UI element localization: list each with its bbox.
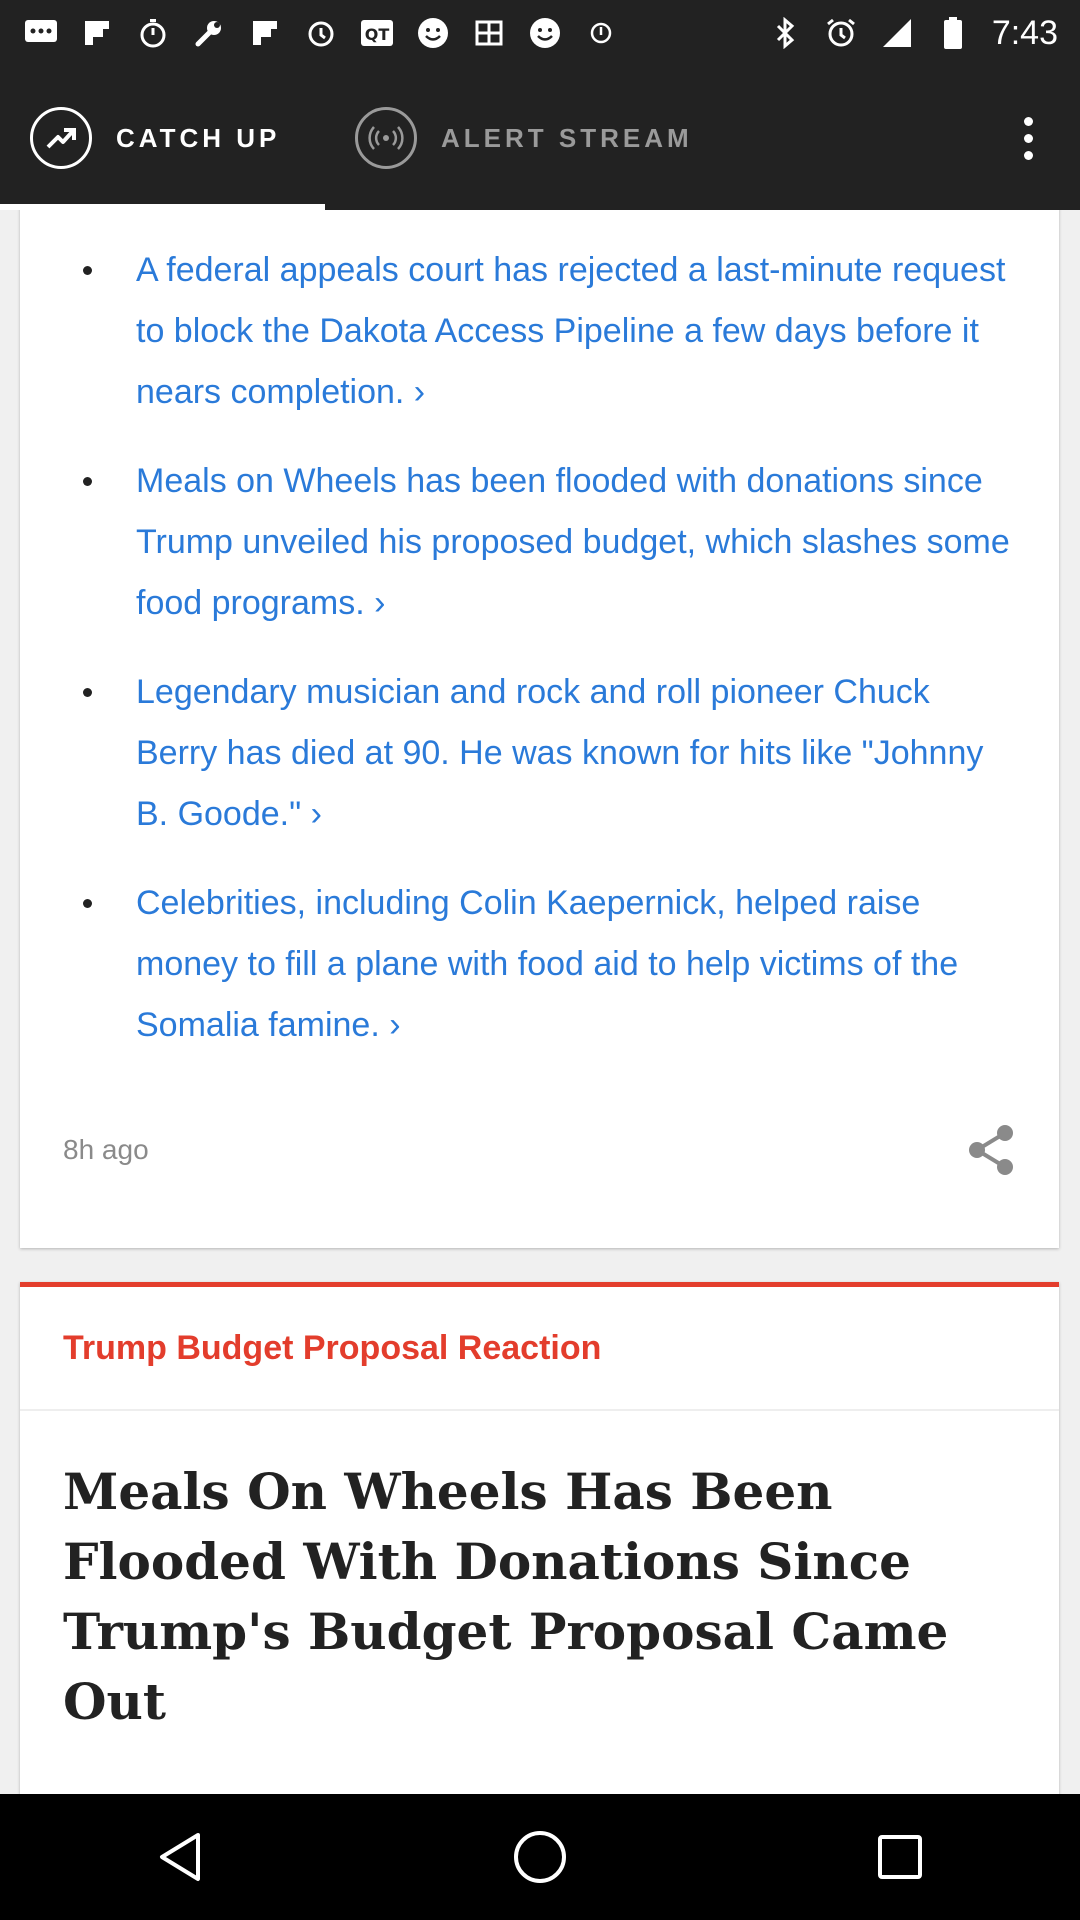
tab-label: ALERT STREAM (441, 122, 693, 153)
card-footer: 8h ago (63, 1120, 1019, 1180)
notification-icons: QT (24, 16, 618, 50)
overflow-menu-button[interactable] (998, 106, 1058, 170)
headline-link-text: A federal appeals court has rejected a l… (136, 251, 1006, 411)
alarm-icon (824, 16, 858, 50)
recents-icon (878, 1835, 922, 1879)
tab-label: CATCH UP (116, 122, 281, 153)
share-button[interactable] (963, 1122, 1019, 1178)
story-dek: "This is like December levels of donatio… (20, 1737, 1059, 1794)
notification-dot-icon (584, 16, 618, 50)
menu-dot (1023, 150, 1033, 160)
system-icons: 7:43 (768, 14, 1058, 53)
bullet (83, 477, 92, 486)
signal-icon (880, 16, 914, 50)
bullet (83, 899, 92, 908)
trending-icon (30, 107, 92, 169)
topic-label[interactable]: Trump Budget Proposal Reaction (20, 1287, 1059, 1411)
story-headline[interactable]: Meals On Wheels Has Been Flooded With Do… (20, 1411, 1059, 1737)
time-ago: 8h ago (63, 1134, 149, 1165)
back-icon (160, 1833, 200, 1881)
bullet (83, 688, 92, 697)
messages-icon (24, 16, 58, 50)
flipboard-icon (248, 16, 282, 50)
menu-dot (1023, 116, 1033, 126)
qt-icon: QT (360, 16, 394, 50)
flipboard-icon (80, 16, 114, 50)
bluetooth-icon (768, 16, 802, 50)
bullet (83, 266, 92, 275)
catch-up-card: A federal appeals court has rejected a l… (20, 210, 1059, 1248)
headline-link-text: Legendary musician and rock and roll pio… (136, 673, 984, 833)
headline-link[interactable]: Legendary musician and rock and roll pio… (20, 662, 1059, 845)
content-feed[interactable]: A federal appeals court has rejected a l… (0, 210, 1080, 1794)
headline-link-text: Celebrities, including Colin Kaepernick,… (136, 884, 959, 1044)
headline-link[interactable]: Celebrities, including Colin Kaepernick,… (20, 873, 1059, 1056)
headline-list: A federal appeals court has rejected a l… (20, 240, 1059, 1084)
back-button[interactable] (120, 1807, 240, 1907)
home-button[interactable] (480, 1807, 600, 1907)
timer-icon (136, 16, 170, 50)
menu-dot (1023, 133, 1033, 143)
recents-button[interactable] (840, 1807, 960, 1907)
svg-text:QT: QT (365, 25, 390, 44)
chinese-app-icon (472, 16, 506, 50)
home-icon (514, 1831, 566, 1883)
tab-catch-up[interactable]: CATCH UP (30, 66, 280, 210)
headline-link-text: Meals on Wheels has been flooded with do… (136, 462, 1010, 622)
battery-icon (936, 16, 970, 50)
broadcast-icon (355, 107, 417, 169)
wrench-icon (192, 16, 226, 50)
headline-link[interactable]: Meals on Wheels has been flooded with do… (20, 451, 1059, 634)
smiley-icon (528, 16, 562, 50)
system-nav-bar (0, 1794, 1080, 1920)
status-bar: QT 7:43 (0, 0, 1080, 66)
app-bar: CATCH UP ALERT STREAM (0, 66, 1080, 210)
story-card[interactable]: Trump Budget Proposal Reaction Meals On … (20, 1282, 1059, 1794)
share-icon (969, 1125, 1013, 1175)
smiley-icon (416, 16, 450, 50)
tab-alert-stream[interactable]: ALERT STREAM (355, 66, 693, 210)
alarm-icon (304, 16, 338, 50)
headline-link[interactable]: A federal appeals court has rejected a l… (20, 240, 1059, 423)
status-time: 7:43 (991, 13, 1058, 52)
